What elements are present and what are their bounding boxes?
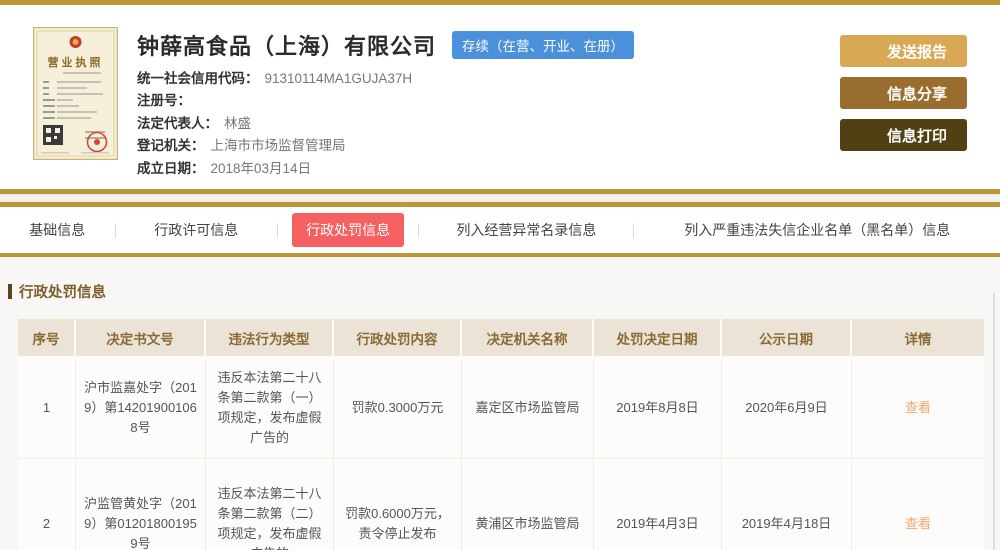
company-name: 钟薛高食品（上海）有限公司 — [137, 34, 437, 59]
send-report-button[interactable]: 发送报告 — [840, 35, 967, 67]
cell-violation-type: 违反本法第二十八条第二款第（二）项规定，发布虚假广告的 — [206, 459, 334, 550]
cell-publish-date: 2019年4月18日 — [722, 459, 852, 550]
col-detail: 详情 — [852, 319, 984, 358]
col-seq: 序号 — [18, 319, 76, 358]
establish-date-label: 成立日期： — [137, 160, 205, 176]
credit-code-value: 91310114MA1GUJA37H — [264, 71, 413, 86]
cell-authority: 黄浦区市场监管局 — [462, 459, 594, 550]
col-decision-date: 处罚决定日期 — [594, 319, 722, 358]
col-authority: 决定机关名称 — [462, 319, 594, 358]
tab-admin-penalty-info[interactable]: 行政处罚信息 — [292, 213, 405, 247]
divider-gap — [0, 194, 1000, 202]
cell-penalty: 罚款0.6000万元，责令停止发布 — [334, 459, 462, 550]
col-doc-no: 决定书文号 — [76, 319, 206, 358]
scrollbar[interactable] — [993, 293, 995, 550]
col-penalty-content: 行政处罚内容 — [334, 319, 462, 358]
credit-code-label: 统一社会信用代码： — [137, 71, 259, 86]
col-violation-type: 违法行为类型 — [206, 319, 334, 358]
cell-seq: 1 — [18, 358, 76, 459]
view-detail-link[interactable]: 查看 — [905, 400, 931, 415]
registry-authority-value: 上海市市场监督管理局 — [210, 138, 346, 154]
cell-publish-date: 2020年6月9日 — [722, 358, 852, 459]
establish-date-value: 2018年03月14日 — [210, 160, 312, 176]
tab-bar: 基础信息 行政许可信息 行政处罚信息 列入经营异常名录信息 列入严重违法失信企业… — [0, 207, 1000, 253]
tab-serious-violation-blacklist[interactable]: 列入严重违法失信企业名单（黑名单）信息 — [684, 220, 950, 240]
cell-decision-date: 2019年4月3日 — [594, 459, 722, 550]
cell-penalty: 罚款0.3000万元 — [334, 358, 462, 459]
section-title: 行政处罚信息 — [0, 257, 1000, 302]
cell-decision-date: 2019年8月8日 — [594, 358, 722, 459]
section-title-text: 行政处罚信息 — [19, 285, 106, 301]
license-title: 营业执照 — [48, 55, 104, 69]
company-details: 统一社会信用代码： 91310114MA1GUJA37H 注册号： 法定代表人： 林… — [137, 68, 634, 180]
col-publish-date: 公示日期 — [722, 319, 852, 358]
penalty-table: 序号 决定书文号 违法行为类型 行政处罚内容 决定机关名称 处罚决定日期 公示日… — [18, 319, 984, 550]
tab-basic-info[interactable]: 基础信息 — [29, 220, 85, 240]
reg-number-label: 注册号： — [137, 93, 191, 109]
table-row: 2 沪监管黄处字（2019）第012018001959号 违反本法第二十八条第二… — [18, 459, 984, 550]
business-license-image: 营业执照 — [33, 27, 118, 160]
info-share-button[interactable]: 信息分享 — [840, 77, 967, 109]
company-info: 钟薛高食品（上海）有限公司 存续（在营、开业、在册） 统一社会信用代码： 9131… — [137, 29, 635, 180]
penalty-section: 行政处罚信息 序号 决定书文号 违法行为类型 行政处罚内容 决定机关名称 处罚决… — [0, 257, 1000, 550]
tab-abnormal-operation-list[interactable]: 列入经营异常名录信息 — [456, 220, 596, 240]
tab-admin-license-info[interactable]: 行政许可信息 — [154, 220, 238, 240]
table-row: 1 沪市监嘉处字（2019）第142019001068号 违反本法第二十八条第二… — [18, 358, 984, 459]
table-header-row: 序号 决定书文号 违法行为类型 行政处罚内容 决定机关名称 处罚决定日期 公示日… — [18, 319, 984, 358]
cell-doc-no: 沪监管黄处字（2019）第012018001959号 — [76, 459, 206, 550]
legal-rep-label: 法定代表人： — [137, 115, 218, 131]
status-badge: 存续（在营、开业、在册） — [452, 31, 635, 59]
license-qr-code — [43, 125, 63, 145]
action-buttons: 发送报告 信息分享 信息打印 — [840, 35, 967, 151]
view-detail-link[interactable]: 查看 — [905, 516, 931, 531]
cell-doc-no: 沪市监嘉处字（2019）第142019001068号 — [76, 358, 206, 459]
info-print-button[interactable]: 信息打印 — [840, 119, 967, 151]
cell-authority: 嘉定区市场监管局 — [462, 358, 594, 459]
cell-violation-type: 违反本法第二十八条第二款第（一）项规定，发布虚假广告的 — [206, 358, 334, 459]
registry-authority-label: 登记机关： — [137, 138, 205, 154]
company-header: 营业执照 钟薛高食品（上海）有限公司 存续（在营、开业、在册） 统一社会信用代码… — [0, 5, 1000, 189]
legal-rep-value: 林盛 — [224, 115, 251, 131]
cell-seq: 2 — [18, 459, 76, 550]
section-marker — [8, 284, 12, 299]
